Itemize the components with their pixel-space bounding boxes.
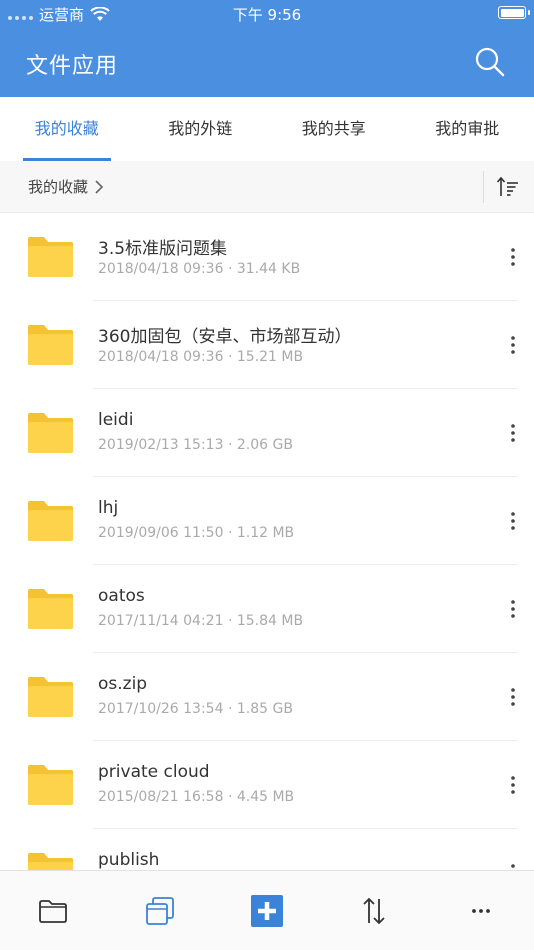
file-meta: 2019/09/06 11:50 · 1.12 MB <box>98 525 294 541</box>
breadcrumb-bar: 我的收藏 <box>0 161 534 213</box>
add-icon <box>250 894 283 927</box>
file-meta: 2015/08/21 16:58 · 4.45 MB <box>98 789 294 805</box>
folder-icon <box>28 677 73 717</box>
tab-external-links[interactable]: 我的外链 <box>134 97 268 161</box>
file-name: oatos <box>98 586 145 606</box>
more-vertical-icon[interactable] <box>506 245 520 269</box>
list-item[interactable]: 3.5标准版问题集 2018/04/18 09:36 · 31.44 KB <box>0 213 534 301</box>
list-item[interactable]: oatos 2017/11/14 04:21 · 15.84 MB <box>0 565 534 653</box>
copy-button[interactable] <box>107 871 214 950</box>
file-date: 2015/08/21 16:58 <box>98 789 224 805</box>
file-name: os.zip <box>98 674 148 694</box>
file-date: 2018/04/18 09:36 <box>98 349 224 365</box>
file-size: 15.21 MB <box>236 349 304 365</box>
breadcrumb-label: 我的收藏 <box>28 178 89 196</box>
file-size: 31.44 KB <box>236 261 301 277</box>
file-meta: 2017/10/26 13:54 · 1.85 GB <box>98 701 293 717</box>
breadcrumb[interactable]: 我的收藏 <box>28 176 104 197</box>
meta-separator: · <box>223 261 237 277</box>
file-name: 360加固包（安卓、市场部互动） <box>98 327 352 347</box>
transfer-button[interactable] <box>320 871 427 950</box>
folder-icon <box>28 325 73 365</box>
copy-icon <box>146 896 175 925</box>
meta-separator: · <box>223 437 237 453</box>
folder-icon <box>28 501 73 541</box>
meta-separator: · <box>223 613 237 629</box>
chevron-right-icon <box>95 179 104 194</box>
page-title: 文件应用 <box>26 54 119 79</box>
file-meta: 2019/02/13 15:13 · 2.06 GB <box>98 437 293 453</box>
breadcrumb-divider <box>483 171 484 203</box>
status-bar: 运营商 下午 9:56 <box>0 0 534 26</box>
file-date: 2018/04/18 09:36 <box>98 261 224 277</box>
search-icon[interactable] <box>474 46 506 78</box>
list-item[interactable]: private cloud 2015/08/21 16:58 · 4.45 MB <box>0 741 534 829</box>
transfer-icon <box>363 897 385 924</box>
folder-icon <box>28 589 73 629</box>
list-item[interactable]: os.zip 2017/10/26 13:54 · 1.85 GB <box>0 653 534 741</box>
file-size: 1.85 GB <box>236 701 293 717</box>
tab-approvals[interactable]: 我的审批 <box>401 97 534 161</box>
status-time: 下午 9:56 <box>232 6 302 24</box>
list-item[interactable]: 360加固包（安卓、市场部互动） 2018/04/18 09:36 · 15.2… <box>0 301 534 389</box>
list-item[interactable]: publish <box>0 829 534 870</box>
file-meta: 2018/04/18 09:36 · 15.21 MB <box>98 349 303 365</box>
file-meta: 2017/11/14 04:21 · 15.84 MB <box>98 613 303 629</box>
nav-bar: 文件应用 <box>0 26 534 97</box>
meta-separator: · <box>223 701 237 717</box>
file-meta: 2018/04/18 09:36 · 31.44 KB <box>98 261 300 277</box>
folder-icon <box>39 899 68 923</box>
more-button[interactable] <box>427 871 534 950</box>
file-date: 2019/02/13 15:13 <box>98 437 224 453</box>
folder-icon <box>28 413 73 453</box>
tab-bar: 我的收藏 我的外链 我的共享 我的审批 <box>0 97 534 161</box>
sort-icon[interactable] <box>496 175 520 199</box>
file-size: 1.12 MB <box>236 525 295 541</box>
files-button[interactable] <box>0 871 107 950</box>
file-date: 2017/11/14 04:21 <box>98 613 224 629</box>
list-item[interactable]: lhj 2019/09/06 11:50 · 1.12 MB <box>0 477 534 565</box>
file-size: 2.06 GB <box>236 437 293 453</box>
app-root: 运营商 下午 9:56 文件应用 我的收藏 我的外链 我的共享 我的审批 我的收… <box>0 0 534 950</box>
folder-icon <box>28 237 73 277</box>
more-vertical-icon[interactable] <box>506 597 520 621</box>
folder-icon <box>28 853 73 870</box>
file-name: private cloud <box>98 762 210 782</box>
meta-separator: · <box>223 525 237 541</box>
list-item[interactable]: leidi 2019/02/13 15:13 · 2.06 GB <box>0 389 534 477</box>
file-name: 3.5标准版问题集 <box>98 239 228 259</box>
file-name: lhj <box>98 498 119 518</box>
meta-separator: · <box>223 789 237 805</box>
folder-icon <box>28 765 73 805</box>
more-vertical-icon[interactable] <box>506 861 520 870</box>
tab-shared[interactable]: 我的共享 <box>267 97 401 161</box>
file-name: leidi <box>98 410 134 430</box>
file-size: 15.84 MB <box>236 613 304 629</box>
add-button[interactable] <box>214 871 321 950</box>
file-name: publish <box>98 850 160 870</box>
more-vertical-icon[interactable] <box>506 685 520 709</box>
file-date: 2017/10/26 13:54 <box>98 701 224 717</box>
header: 运营商 下午 9:56 文件应用 <box>0 0 534 97</box>
more-vertical-icon[interactable] <box>506 333 520 357</box>
more-icon <box>471 908 490 913</box>
tab-favorites[interactable]: 我的收藏 <box>0 97 134 161</box>
file-size: 4.45 MB <box>236 789 295 805</box>
file-date: 2019/09/06 11:50 <box>98 525 224 541</box>
battery-icon <box>498 6 530 19</box>
more-vertical-icon[interactable] <box>506 773 520 797</box>
meta-separator: · <box>223 349 237 365</box>
file-list: 3.5标准版问题集 2018/04/18 09:36 · 31.44 KB 36… <box>0 213 534 870</box>
more-vertical-icon[interactable] <box>506 421 520 445</box>
bottom-toolbar <box>0 870 534 950</box>
more-vertical-icon[interactable] <box>506 509 520 533</box>
